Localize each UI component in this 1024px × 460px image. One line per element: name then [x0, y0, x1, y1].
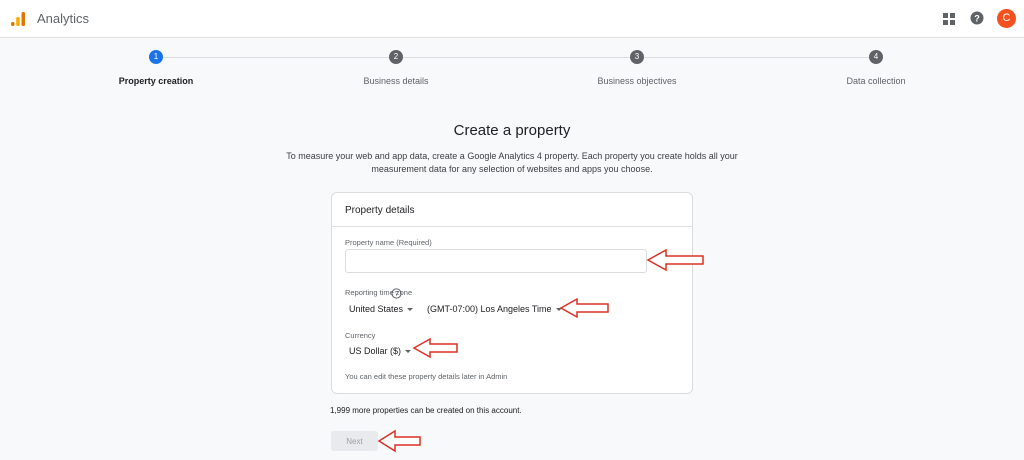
analytics-logo-icon[interactable] — [10, 11, 26, 27]
stepper-connector — [403, 57, 630, 58]
account-avatar[interactable]: C — [997, 9, 1016, 28]
svg-text:?: ? — [974, 13, 980, 23]
annotation-arrow-icon — [559, 297, 609, 319]
card-title: Property details — [345, 205, 415, 216]
property-name-label: Property name (Required) — [345, 238, 432, 247]
intro-line-1: To measure your web and app data, create… — [286, 151, 738, 161]
step-4-label: Data collection — [846, 76, 906, 86]
help-circle-icon[interactable]: ? — [970, 11, 984, 25]
intro-line-2: measurement data for any selection of we… — [371, 164, 653, 174]
country-value: United States — [349, 304, 404, 314]
card-divider — [332, 226, 692, 227]
property-quota-text: 1,999 more properties can be created on … — [330, 406, 522, 415]
stepper-connector — [644, 57, 869, 58]
country-select[interactable]: United States — [349, 304, 414, 314]
currency-value: US Dollar ($) — [349, 346, 402, 356]
apps-grid-icon[interactable] — [943, 13, 955, 25]
currency-label: Currency — [345, 331, 376, 340]
annotation-arrow-icon — [377, 429, 421, 453]
step-1-indicator: 1 — [149, 50, 163, 64]
top-app-bar: Analytics ? C — [0, 0, 1024, 38]
page-title: Create a property — [453, 122, 571, 139]
chevron-down-icon — [407, 308, 414, 312]
timezone-select[interactable]: (GMT-07:00) Los Angeles Time — [427, 304, 562, 314]
step-2-indicator: 2 — [389, 50, 403, 64]
intro-text: To measure your web and app data, create… — [270, 150, 754, 176]
next-button[interactable]: Next — [331, 431, 378, 451]
app-title: Analytics — [37, 11, 90, 26]
card-footnote: You can edit these property details late… — [345, 372, 508, 381]
chevron-down-icon — [405, 350, 412, 354]
svg-text:?: ? — [395, 291, 399, 298]
stepper-connector — [163, 57, 389, 58]
property-details-card: Property details Property name (Required… — [331, 192, 693, 394]
step-3-indicator: 3 — [630, 50, 644, 64]
timezone-label: Reporting time zone — [345, 288, 413, 297]
step-4-indicator: 4 — [869, 50, 883, 64]
timezone-value: (GMT-07:00) Los Angeles Time — [427, 304, 552, 314]
step-1-label: Property creation — [118, 76, 194, 86]
currency-select[interactable]: US Dollar ($) — [349, 346, 412, 356]
setup-stepper: 1 2 3 4 Property creation Business detai… — [0, 50, 1024, 90]
step-3-label: Business objectives — [597, 76, 677, 86]
help-outline-icon[interactable]: ? — [391, 288, 402, 299]
property-name-input[interactable] — [345, 249, 647, 273]
annotation-arrow-icon — [412, 337, 458, 359]
step-2-label: Business details — [363, 76, 429, 86]
annotation-arrow-icon — [646, 248, 704, 272]
